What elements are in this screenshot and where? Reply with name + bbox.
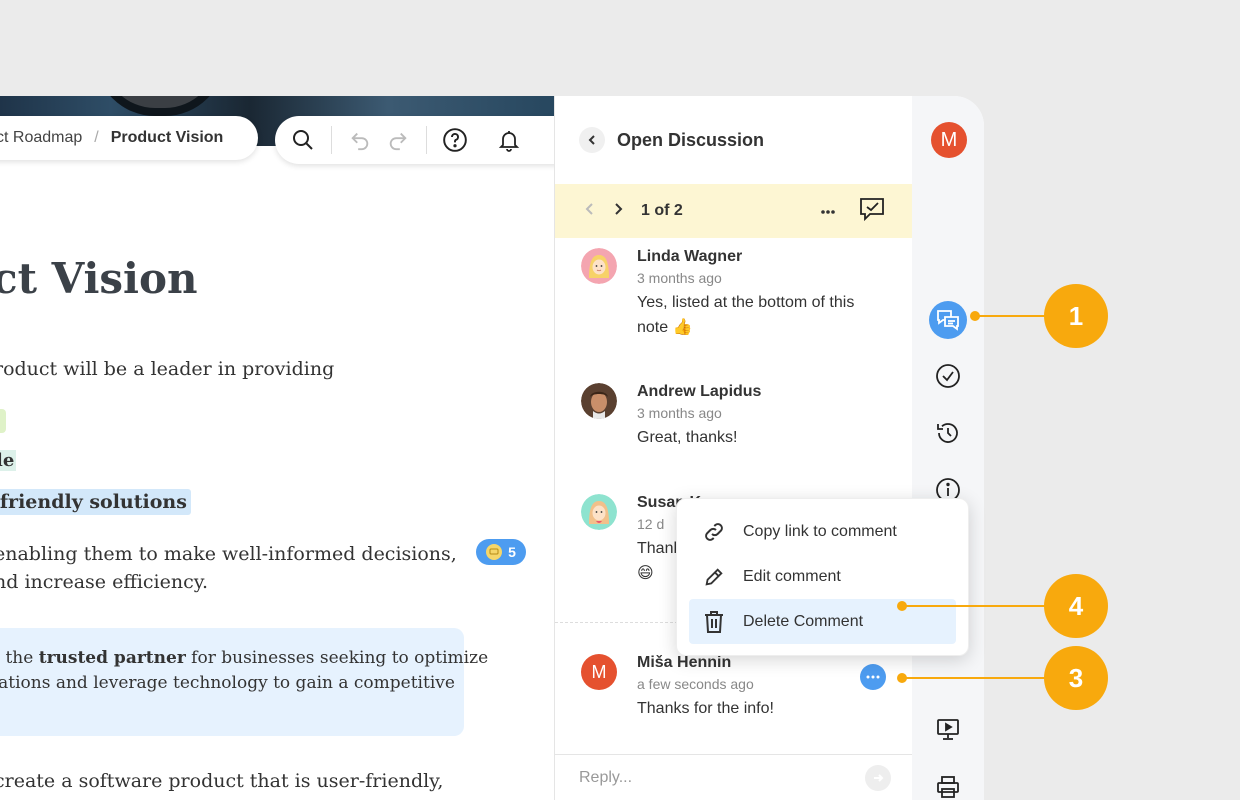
quote-line-2: rations and leverage technology to gain …	[0, 673, 455, 693]
avatar: M	[581, 654, 617, 690]
callout-1-line	[975, 315, 1050, 317]
pencil-icon	[701, 564, 727, 590]
comment-item: M Miša Hennin a few seconds ago Thanks f…	[581, 654, 891, 721]
callout-block: e the trusted partner for businesses see…	[0, 628, 489, 736]
comment-text: Yes, listed at the bottom of this note 👍	[637, 294, 855, 336]
editor-toolbar	[275, 116, 554, 164]
comment-time: 3 months ago	[637, 270, 722, 286]
redo-icon[interactable]	[384, 126, 412, 154]
presentation-icon[interactable]	[930, 712, 966, 748]
callout-4-line	[902, 605, 1050, 607]
app-window: ct Roadmap / Product Vision ct Vision ro…	[0, 96, 984, 800]
document-editor: ct Roadmap / Product Vision ct Vision ro…	[0, 96, 554, 800]
thread-more-icon[interactable]	[820, 202, 836, 220]
comment-author: Linda Wagner	[637, 248, 743, 265]
checkmark-circle-icon[interactable]	[930, 358, 966, 394]
thread-counter: 1 of 2	[641, 202, 683, 219]
paragraph-3: create a software product that is user-f…	[0, 770, 444, 792]
breadcrumb-separator: /	[94, 129, 99, 146]
panel-header: Open Discussion	[555, 96, 912, 184]
highlight-blue-text: -friendly solutions	[0, 489, 191, 515]
undo-icon[interactable]	[346, 126, 374, 154]
chevron-left-icon[interactable]	[583, 202, 597, 221]
highlight-green	[0, 409, 6, 433]
panel-title: Open Discussion	[617, 129, 765, 150]
link-icon	[701, 519, 727, 545]
comment-item: Linda Wagner 3 months ago Yes, listed at…	[581, 248, 891, 340]
right-sidebar: M	[912, 96, 984, 800]
comments-icon[interactable]	[929, 301, 967, 339]
callout-4: 4	[1044, 574, 1108, 638]
history-icon[interactable]	[930, 415, 966, 451]
paragraph-2: enabling them to make well-informed deci…	[0, 543, 457, 593]
comment-count-badge[interactable]: 5	[476, 539, 526, 565]
breadcrumb-parent[interactable]: ct Roadmap	[0, 129, 82, 147]
paragraph-1: roduct will be a leader in providing	[0, 358, 335, 380]
back-button[interactable]	[579, 127, 605, 153]
user-avatar[interactable]: M	[931, 122, 967, 158]
comment-time: 3 months ago	[637, 405, 722, 421]
resolve-thread-icon[interactable]	[858, 196, 886, 227]
breadcrumb-current[interactable]: Product Vision	[111, 129, 224, 147]
search-icon[interactable]	[289, 126, 317, 154]
send-icon[interactable]	[865, 764, 891, 791]
print-icon[interactable]	[930, 769, 966, 800]
menu-item-edit[interactable]: Edit comment	[689, 554, 956, 599]
quote-line-1: e the trusted partner for businesses see…	[0, 648, 489, 668]
callout-3-line	[902, 677, 1050, 679]
help-icon[interactable]	[441, 126, 469, 154]
callout-1: 1	[1044, 284, 1108, 348]
comment-author: Miša Hennin	[637, 654, 732, 671]
comment-context-menu: Copy link to comment Edit comment Delete…	[676, 498, 969, 656]
comment-icon	[486, 544, 503, 560]
comment-item: Andrew Lapidus 3 months ago Great, thank…	[581, 383, 891, 450]
thread-navigation: 1 of 2	[555, 184, 912, 238]
avatar	[581, 494, 617, 530]
highlight-mint-text: le	[0, 450, 17, 471]
avatar	[581, 248, 617, 284]
breadcrumb: ct Roadmap / Product Vision	[0, 116, 258, 160]
comment-text: Thanks for the info!	[637, 700, 774, 717]
bell-icon[interactable]	[495, 126, 523, 154]
avatar	[581, 383, 617, 419]
reply-bar	[555, 754, 913, 800]
comment-more-button[interactable]	[860, 664, 886, 690]
document-title: ct Vision	[0, 254, 198, 303]
callout-3: 3	[1044, 646, 1108, 710]
comment-author: Andrew Lapidus	[637, 383, 762, 400]
discussion-panel: Open Discussion 1 of 2 Linda Wagner 3 mo…	[554, 96, 913, 800]
menu-item-copy-link[interactable]: Copy link to comment	[689, 509, 956, 554]
trash-icon	[701, 609, 727, 635]
reply-input[interactable]	[579, 768, 865, 787]
comment-time: a few seconds ago	[637, 676, 754, 692]
chevron-right-icon[interactable]	[611, 202, 625, 221]
comment-text: Great, thanks!	[637, 429, 738, 446]
